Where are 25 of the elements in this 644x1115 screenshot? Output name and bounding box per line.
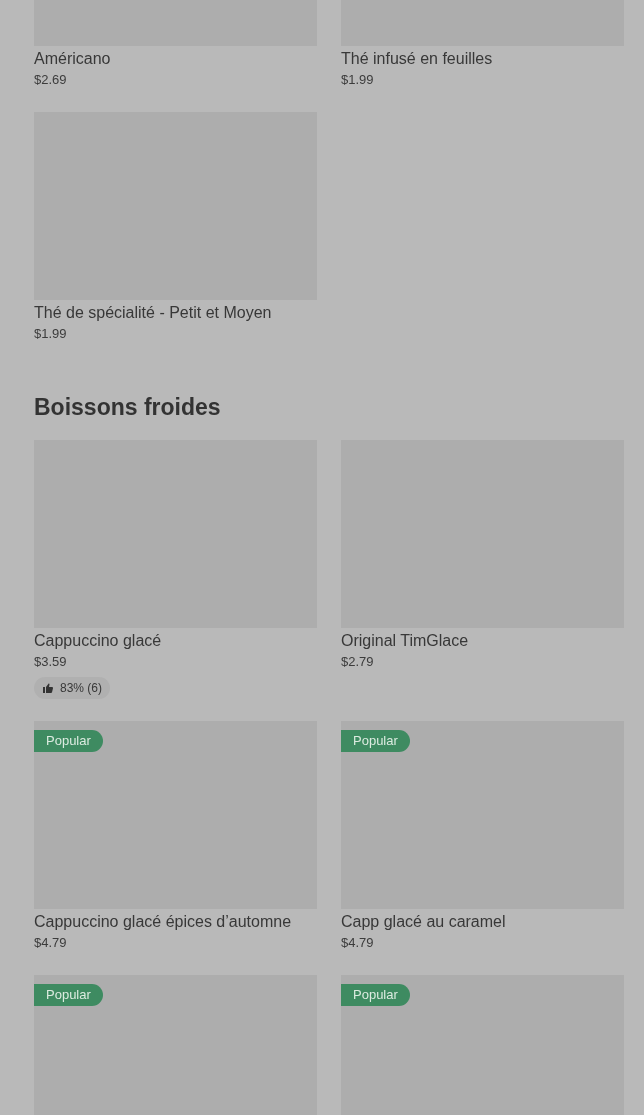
item-price: $3.59 bbox=[34, 653, 68, 671]
item-name[interactable]: Thé infusé en feuilles bbox=[341, 48, 624, 70]
image-placeholder[interactable]: Popular bbox=[341, 975, 624, 1115]
image-placeholder[interactable]: Popular bbox=[34, 721, 317, 909]
section-heading: Boissons froides bbox=[34, 393, 222, 421]
item-price: $2.69 bbox=[34, 71, 68, 89]
image-placeholder[interactable]: Popular bbox=[341, 721, 624, 909]
item-price: $1.99 bbox=[34, 325, 68, 343]
popular-tag: Popular bbox=[341, 984, 410, 1006]
popular-tag: Popular bbox=[34, 730, 103, 752]
item-price: $1.99 bbox=[341, 71, 375, 89]
item-price: $2.79 bbox=[341, 653, 375, 671]
item-name[interactable]: Thé de spécialité - Petit et Moyen bbox=[34, 302, 317, 324]
thumbs-up-icon bbox=[42, 682, 54, 694]
item-name[interactable]: Cappuccino glacé bbox=[34, 630, 317, 652]
item-name[interactable]: Américano bbox=[34, 48, 317, 70]
item-name[interactable]: Original TimGlace bbox=[341, 630, 624, 652]
rating-badge: 83% (6) bbox=[34, 677, 111, 699]
item-name[interactable]: Capp glacé au caramel bbox=[341, 911, 624, 933]
popular-tag: Popular bbox=[341, 730, 410, 752]
popular-tag: Popular bbox=[34, 984, 103, 1006]
item-name[interactable]: Cappuccino glacé épices d’automne bbox=[34, 911, 317, 933]
item-price: $4.79 bbox=[341, 934, 375, 952]
item-price: $4.79 bbox=[34, 934, 68, 952]
image-placeholder[interactable]: Popular bbox=[34, 975, 317, 1115]
